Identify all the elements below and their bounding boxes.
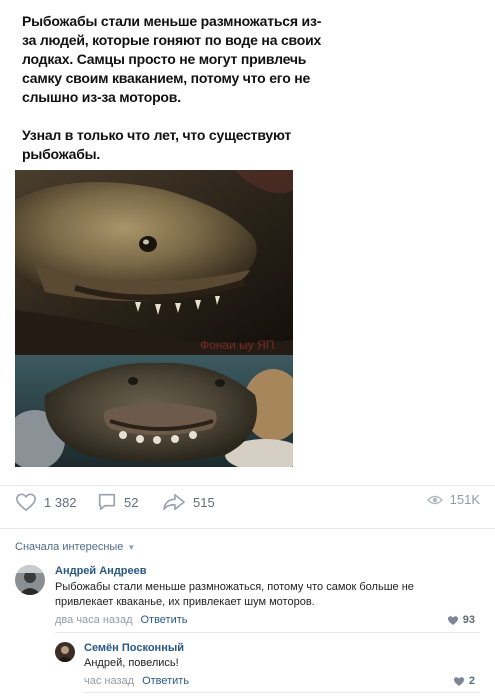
chevron-down-icon: ▼: [127, 542, 136, 552]
comment-icon: [98, 493, 116, 511]
comment-text: Рыбожабы стали меньше размножаться, пото…: [55, 581, 414, 608]
avatar-image: [55, 642, 75, 662]
post-text: Рыбожабы стали меньше размножаться из-за…: [22, 12, 322, 164]
heart-icon: [447, 615, 458, 625]
views-counter: 151K: [426, 492, 480, 507]
comment-count: 52: [124, 494, 139, 510]
heart-icon: [453, 676, 464, 686]
comments-sort-dropdown[interactable]: Сначала интересные ▼: [15, 541, 135, 553]
avatar-andrey[interactable]: [15, 565, 45, 595]
share-button[interactable]: 515: [162, 492, 215, 512]
comment-divider: [55, 632, 480, 633]
post-paragraph-1: Рыбожабы стали меньше размножаться из-за…: [22, 13, 322, 105]
divider-comments: [0, 528, 495, 529]
post-paragraph-2: Узнал в только что лет, что существуют р…: [22, 127, 292, 162]
comment-button[interactable]: 52: [97, 492, 138, 512]
view-count: 151K: [449, 492, 480, 507]
reply-meta: час назад Ответить: [84, 675, 189, 687]
reply-button[interactable]: Ответить: [142, 675, 189, 687]
post-photo-fish-front[interactable]: [15, 355, 293, 467]
eye-icon: [426, 495, 443, 504]
comment-author[interactable]: Андрей Андреев: [55, 565, 147, 577]
comment-like-button[interactable]: 93: [447, 614, 475, 626]
post-action-bar: 1 382 52 515 151K: [15, 492, 480, 522]
share-arrow-icon: [163, 493, 185, 511]
like-count: 1 382: [44, 494, 77, 510]
reply-like-button[interactable]: 2: [453, 675, 475, 687]
comment-like-count: 93: [462, 614, 475, 626]
reply-author[interactable]: Семён Посконный: [84, 642, 184, 654]
heart-icon: [16, 493, 36, 512]
avatar-image: [15, 565, 45, 595]
fish-side-illustration: [15, 170, 293, 355]
reply-divider: [84, 692, 480, 693]
divider-top: [0, 485, 495, 486]
reply-text: Андрей, повелись!: [84, 657, 179, 669]
avatar-semyon[interactable]: [55, 642, 75, 662]
comments-sort-label: Сначала интересные: [15, 541, 124, 553]
reply-button[interactable]: Ответить: [140, 614, 187, 626]
comment-time[interactable]: два часа назад: [55, 614, 132, 626]
reply-time[interactable]: час назад: [84, 675, 134, 687]
comment-meta: два часа назад Ответить: [55, 614, 188, 626]
like-button[interactable]: 1 382: [15, 492, 77, 512]
post-photo-fish-side[interactable]: [15, 170, 293, 355]
image-watermark: Фонаи ыу ЯП: [200, 338, 275, 352]
share-count: 515: [193, 494, 215, 510]
reply-like-count: 2: [468, 675, 475, 687]
fish-front-illustration: [15, 355, 293, 467]
